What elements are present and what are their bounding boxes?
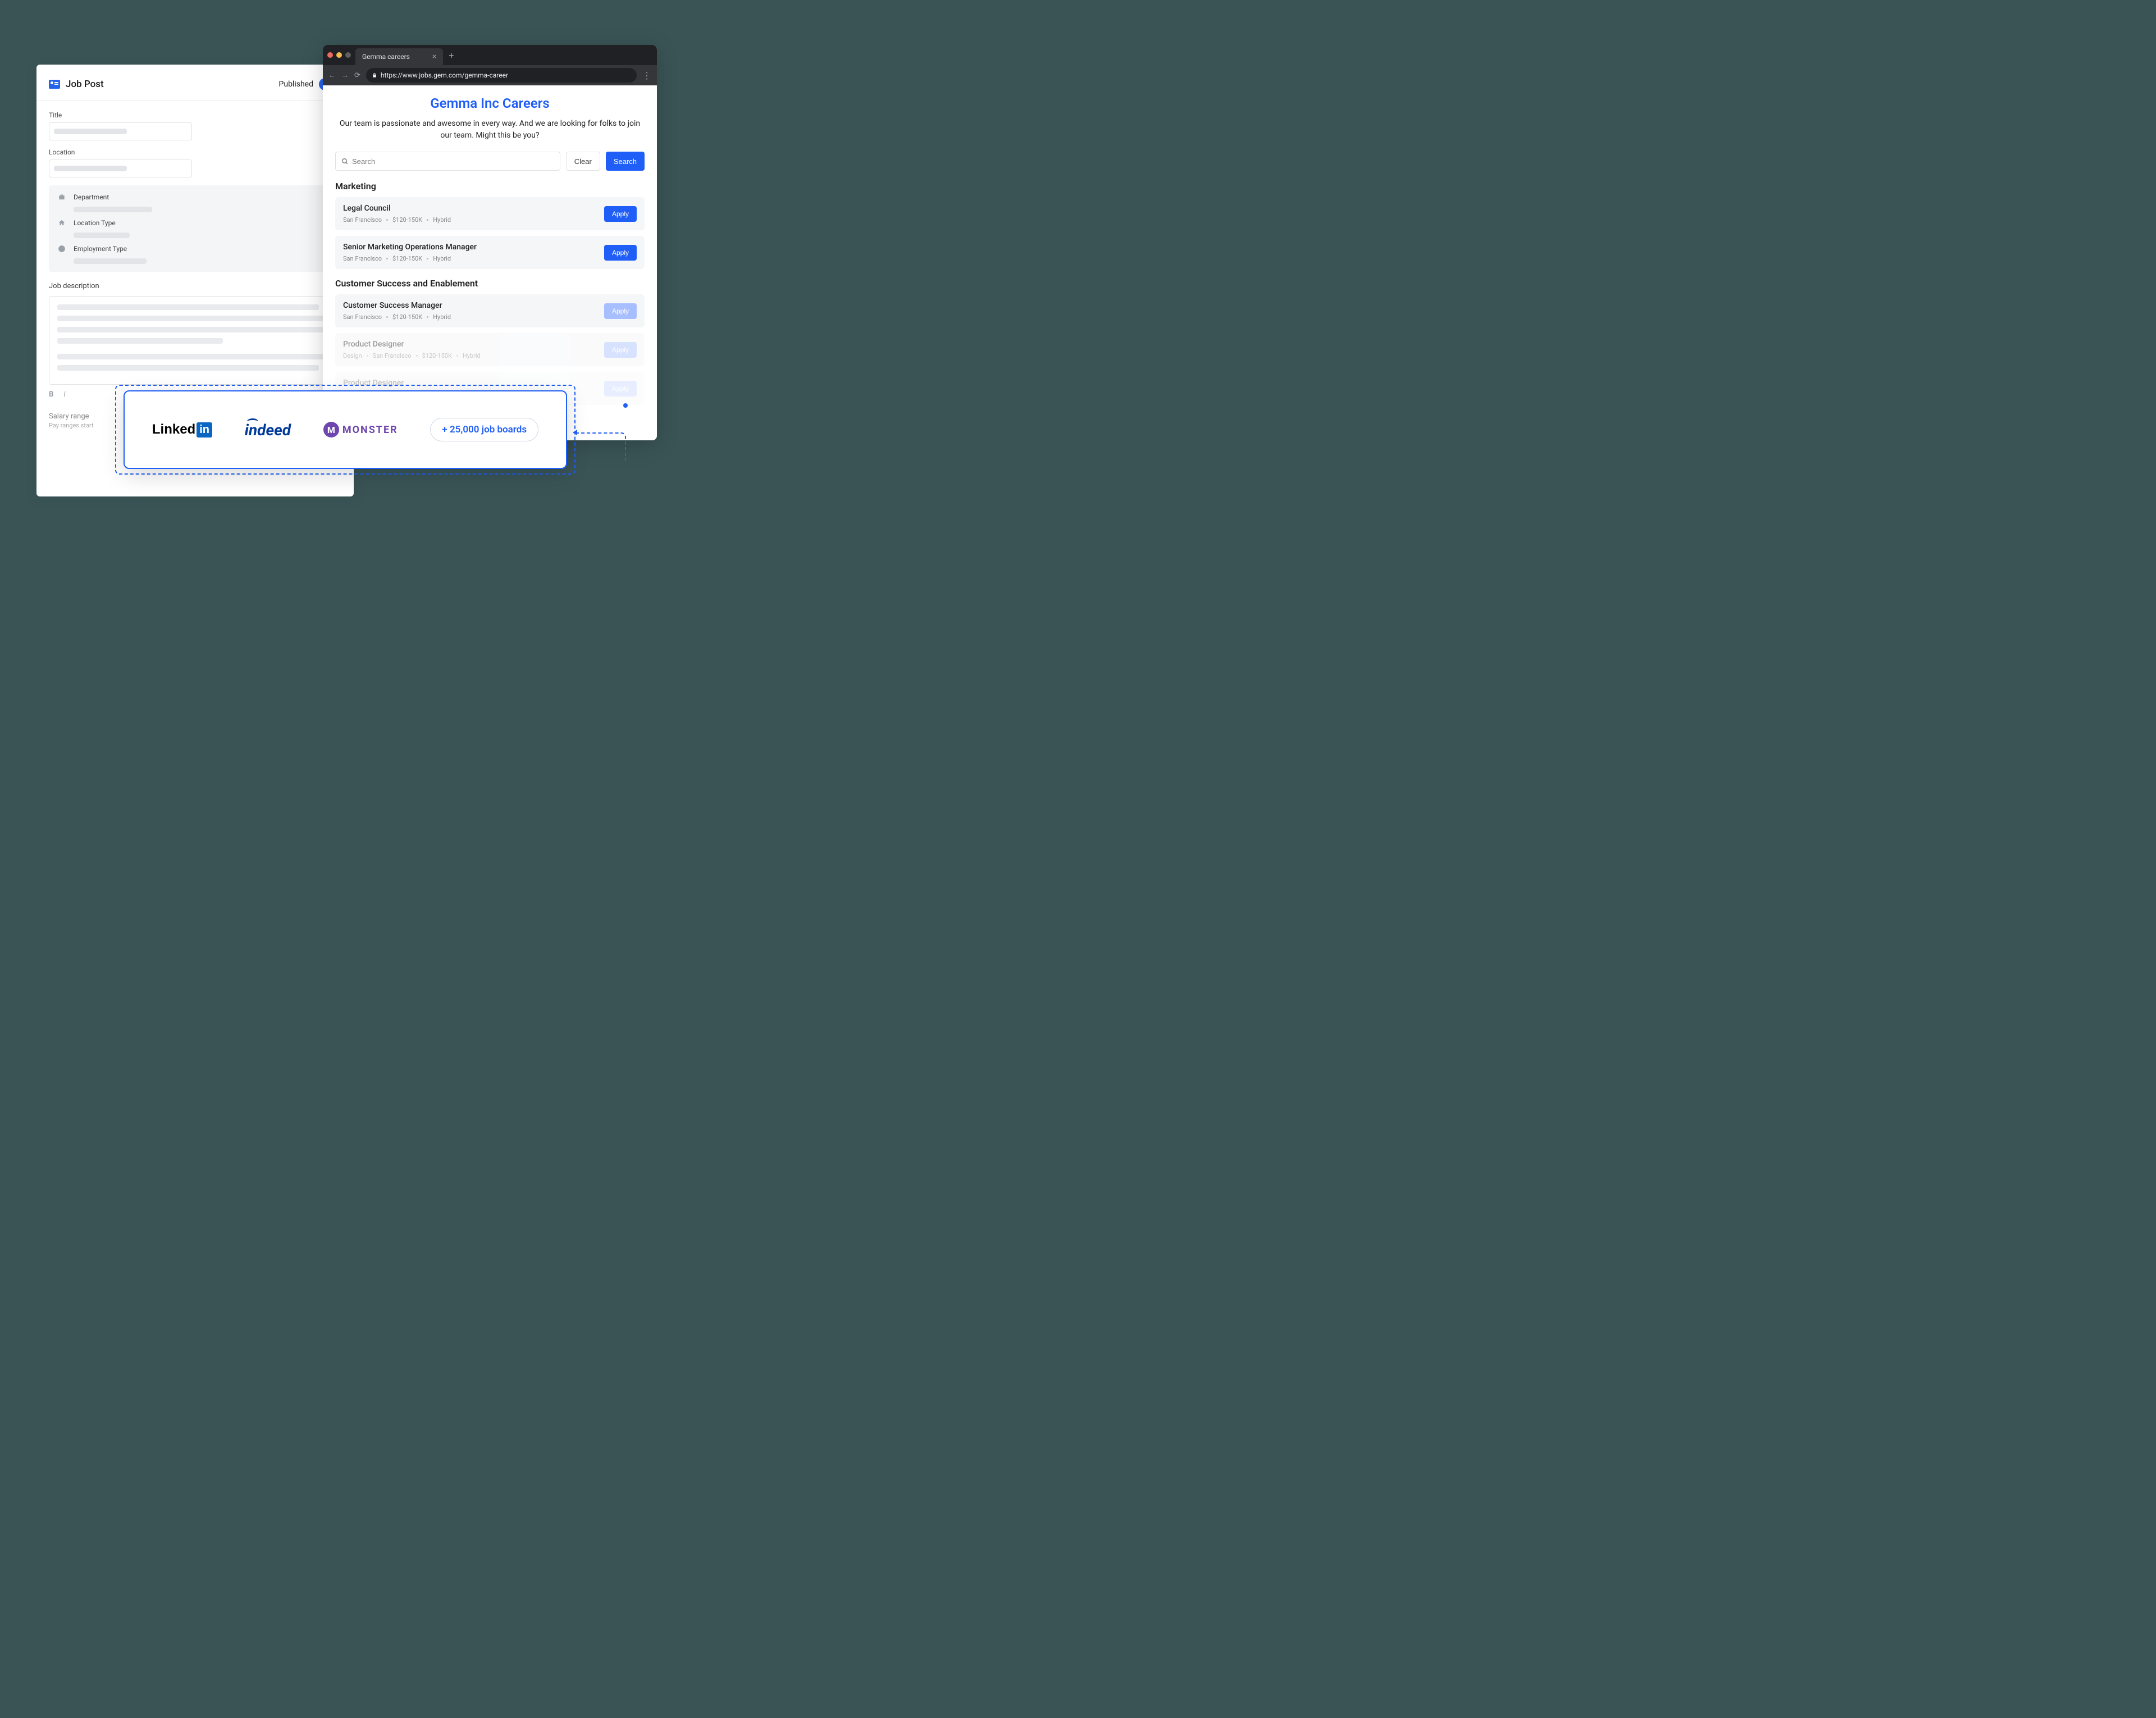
- job-meta: San Francisco$120-150KHybrid: [343, 216, 451, 224]
- department-label: Department: [74, 193, 109, 201]
- title-field-label: Title: [49, 111, 341, 119]
- tab-title: Gemma careers: [362, 53, 410, 61]
- url-text: https://www.jobs.gem.com/gemma-career: [381, 71, 508, 79]
- location-type-label: Location Type: [74, 219, 116, 227]
- department-row: Department: [58, 193, 332, 201]
- job-title: Senior Marketing Operations Manager: [343, 243, 477, 252]
- employment-type-row: Employment Type: [58, 245, 332, 253]
- search-input[interactable]: [335, 152, 560, 171]
- job-boards-callout: Linkedin indeed M MONSTER + 25,000 job b…: [124, 390, 567, 469]
- new-tab-button[interactable]: +: [449, 50, 454, 61]
- forward-icon[interactable]: →: [341, 71, 349, 80]
- connector-line: [575, 432, 626, 461]
- browser-urlbar: ← → ⟳ https://www.jobs.gem.com/gemma-car…: [323, 65, 657, 85]
- monster-text: MONSTER: [342, 424, 398, 436]
- minimize-window-icon[interactable]: [336, 52, 342, 58]
- panel-title: Job Post: [66, 79, 104, 90]
- job-card: Legal Council San Francisco$120-150KHybri…: [335, 197, 645, 230]
- job-meta: DesignSan Francisco$120-150KHybrid: [343, 352, 481, 359]
- job-card: Customer Success Manager San Francisco$12…: [335, 294, 645, 327]
- italic-button[interactable]: I: [63, 390, 65, 399]
- clear-button[interactable]: Clear: [566, 152, 600, 171]
- reload-icon[interactable]: ⟳: [354, 71, 360, 80]
- apply-button[interactable]: Apply: [604, 206, 637, 222]
- job-card: Product Designer DesignSan Francisco$120-…: [335, 333, 645, 366]
- browser-tab[interactable]: Gemma careers ×: [355, 48, 443, 65]
- linkedin-in-box: in: [197, 422, 212, 438]
- employment-type-label: Employment Type: [74, 245, 127, 253]
- meta-block: Department Location Type Employment Type: [49, 185, 341, 272]
- search-field[interactable]: [352, 157, 554, 166]
- job-card: Senior Marketing Operations Manager San F…: [335, 236, 645, 269]
- job-post-body: Title Location Department Location Type …: [36, 101, 354, 385]
- url-field[interactable]: https://www.jobs.gem.com/gemma-career: [366, 68, 637, 83]
- department-title: Customer Success and Enablement: [335, 278, 645, 289]
- location-field-label: Location: [49, 148, 341, 156]
- bold-button[interactable]: B: [49, 390, 53, 399]
- title-input[interactable]: [49, 122, 192, 140]
- description-label: Job description: [49, 282, 341, 290]
- job-post-header-left: Job Post: [49, 79, 104, 90]
- location-input[interactable]: [49, 160, 192, 177]
- home-icon: [58, 219, 66, 227]
- search-row: Clear Search: [335, 152, 645, 171]
- browser-window: Gemma careers × + ← → ⟳ https://www.jobs…: [323, 45, 657, 440]
- back-icon[interactable]: ←: [328, 71, 336, 80]
- search-button[interactable]: Search: [606, 152, 645, 171]
- job-meta: San Francisco$120-150KHybrid: [343, 313, 451, 321]
- monster-icon: M: [323, 422, 339, 438]
- job-meta: San Francisco$120-150KHybrid: [343, 255, 477, 262]
- description-editor[interactable]: [49, 296, 341, 385]
- apply-button[interactable]: Apply: [604, 245, 637, 261]
- clock-icon: [58, 245, 66, 253]
- job-title: Customer Success Manager: [343, 301, 451, 310]
- more-icon[interactable]: ⋮: [642, 70, 651, 81]
- browser-tabbar: Gemma careers × +: [323, 45, 657, 65]
- published-label: Published: [279, 80, 313, 89]
- briefcase-icon: [58, 193, 66, 201]
- indeed-logo: indeed: [245, 421, 291, 439]
- search-icon: [341, 158, 349, 165]
- apply-button[interactable]: Apply: [604, 303, 637, 319]
- job-post-header: Job Post Published: [36, 65, 354, 101]
- apply-button[interactable]: Apply: [604, 342, 637, 358]
- department-title: Marketing: [335, 181, 645, 192]
- traffic-lights: [327, 52, 351, 58]
- close-tab-icon[interactable]: ×: [432, 52, 436, 61]
- job-title: Product Designer: [343, 340, 481, 349]
- connector-dot: [623, 403, 628, 408]
- job-boards-pill: + 25,000 job boards: [430, 418, 538, 441]
- job-title: Legal Council: [343, 204, 451, 213]
- careers-title: Gemma Inc Careers: [335, 95, 645, 111]
- linkedin-text: Linked: [152, 422, 195, 438]
- monster-logo: M MONSTER: [323, 422, 398, 438]
- linkedin-logo: Linkedin: [152, 422, 212, 438]
- location-type-row: Location Type: [58, 219, 332, 227]
- apply-button[interactable]: Apply: [604, 381, 637, 397]
- careers-subtitle: Our team is passionate and awesome in ev…: [335, 118, 645, 142]
- connector-arrow-icon: [573, 430, 577, 435]
- close-window-icon[interactable]: [327, 52, 333, 58]
- id-card-icon: [49, 80, 60, 89]
- lock-icon: [372, 72, 377, 78]
- maximize-window-icon[interactable]: [345, 52, 351, 58]
